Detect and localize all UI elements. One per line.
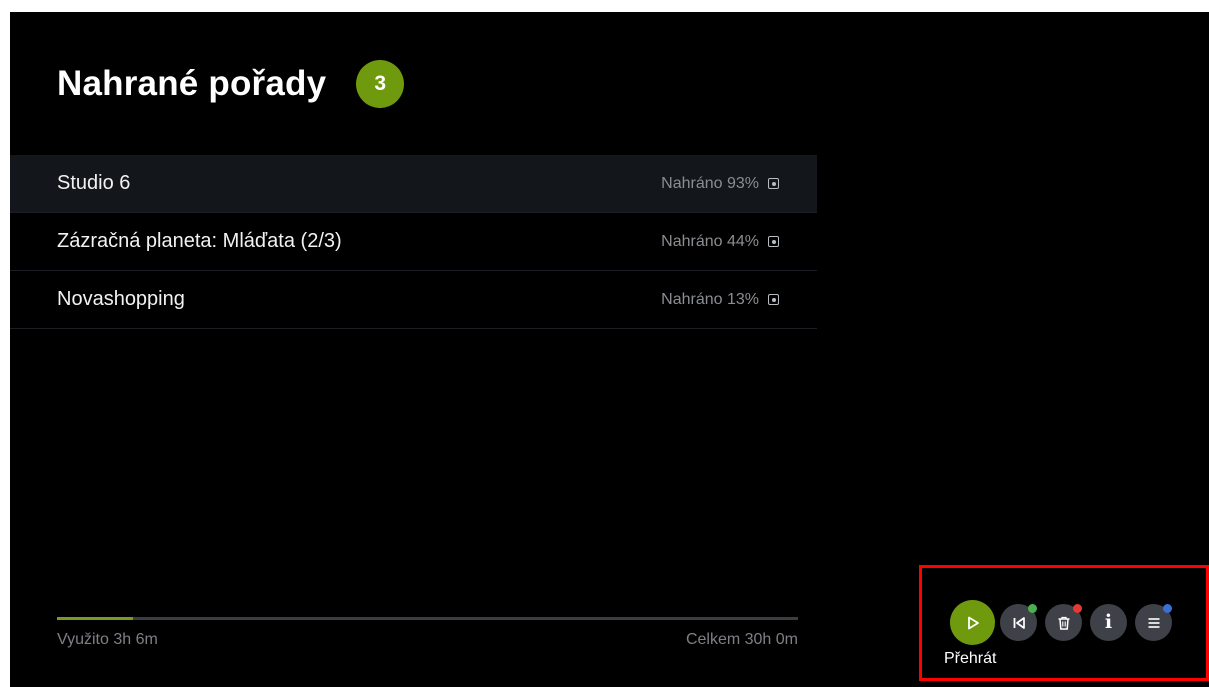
storage-usage: Využito 3h 6m Celkem 30h 0m: [57, 617, 798, 649]
recording-title: Novashopping: [57, 288, 185, 310]
storage-usage-bar: [57, 617, 798, 620]
recording-status: Nahráno 93%: [661, 175, 779, 193]
skip-back-icon: [1013, 616, 1025, 629]
recorded-icon: [768, 294, 779, 305]
play-button[interactable]: [950, 600, 995, 645]
recorded-icon: [768, 178, 779, 189]
recording-status: Nahráno 44%: [661, 233, 779, 251]
storage-usage-fill: [57, 617, 134, 620]
menu-icon: [1148, 617, 1159, 628]
action-bar: i: [950, 600, 1180, 645]
restart-button[interactable]: [1000, 604, 1037, 641]
menu-button[interactable]: [1135, 604, 1172, 641]
storage-used-label: Využito 3h 6m: [57, 631, 158, 648]
recording-progress-label: Nahráno 13%: [661, 290, 759, 308]
recording-title: Zázračná planeta: Mláďata (2/3): [57, 230, 342, 252]
page-title: Nahrané pořady: [57, 64, 327, 103]
recording-row[interactable]: Studio 6 Nahráno 93%: [10, 155, 817, 213]
recordings-list: Studio 6 Nahráno 93% Zázračná planeta: M…: [10, 155, 817, 329]
red-key-indicator: [1073, 604, 1082, 613]
play-icon: [967, 616, 979, 629]
green-key-indicator: [1028, 604, 1037, 613]
focused-action-label: Přehrát: [944, 650, 997, 667]
info-button[interactable]: i: [1090, 604, 1127, 641]
recording-progress-label: Nahráno 44%: [661, 232, 759, 250]
info-icon: i: [1104, 611, 1113, 633]
recording-progress-label: Nahráno 93%: [661, 174, 759, 192]
delete-button[interactable]: [1045, 604, 1082, 641]
recording-row[interactable]: Zázračná planeta: Mláďata (2/3) Nahráno …: [10, 213, 817, 271]
recording-row[interactable]: Novashopping Nahráno 13%: [10, 271, 817, 329]
recording-count-badge: 3: [356, 60, 405, 108]
recorded-icon: [768, 236, 779, 247]
blue-key-indicator: [1163, 604, 1172, 613]
recording-title: Studio 6: [57, 172, 131, 194]
trash-icon: [1058, 616, 1069, 630]
storage-total-label: Celkem 30h 0m: [685, 631, 798, 648]
recording-status: Nahráno 13%: [661, 291, 779, 309]
page-header: Nahrané pořady 3: [57, 60, 405, 108]
